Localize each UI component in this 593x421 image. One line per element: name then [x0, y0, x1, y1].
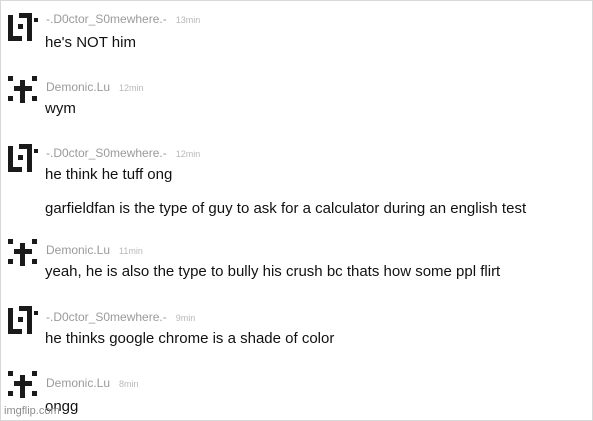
timestamp: 8min [119, 379, 139, 389]
message-header: Demonic.Lu 12min [46, 80, 144, 95]
timestamp: 12min [175, 149, 201, 159]
message-header: Demonic.Lu 11min [46, 243, 143, 258]
message-header: -.D0ctor_S0mewhere.- 12min [46, 146, 200, 161]
username[interactable]: -.D0ctor_S0mewhere.- [46, 146, 167, 160]
message-text: wym [45, 100, 76, 117]
timestamp: 13min [175, 15, 201, 25]
cross-pattern-icon[interactable] [8, 371, 38, 401]
qr-pattern-icon[interactable] [8, 142, 38, 172]
username[interactable]: Demonic.Lu [46, 80, 110, 94]
message-text: he's NOT him [45, 34, 136, 51]
username[interactable]: -.D0ctor_S0mewhere.- [46, 310, 167, 324]
timestamp: 9min [175, 313, 196, 323]
cross-pattern-icon[interactable] [8, 76, 38, 106]
message-text: he thinks google chrome is a shade of co… [45, 330, 335, 347]
username[interactable]: -.D0ctor_S0mewhere.- [46, 12, 167, 26]
message-text: garfieldfan is the type of guy to ask fo… [45, 200, 527, 217]
message-header: -.D0ctor_S0mewhere.- 13min [46, 12, 200, 27]
username[interactable]: Demonic.Lu [46, 243, 110, 257]
watermark: imgflip.com [4, 405, 60, 417]
qr-pattern-icon[interactable] [8, 304, 38, 334]
message-header: -.D0ctor_S0mewhere.- 9min [46, 310, 195, 325]
chat-frame: -.D0ctor_S0mewhere.- 13min he's NOT him D… [0, 0, 593, 421]
cross-pattern-icon[interactable] [8, 239, 38, 269]
timestamp: 11min [119, 246, 143, 256]
qr-pattern-icon[interactable] [8, 11, 38, 41]
message-text: he think he tuff ong [45, 166, 173, 183]
timestamp: 12min [119, 83, 144, 93]
message-text: yeah, he is also the type to bully his c… [45, 263, 501, 280]
message-header: Demonic.Lu 8min [46, 376, 139, 391]
username[interactable]: Demonic.Lu [46, 376, 110, 390]
